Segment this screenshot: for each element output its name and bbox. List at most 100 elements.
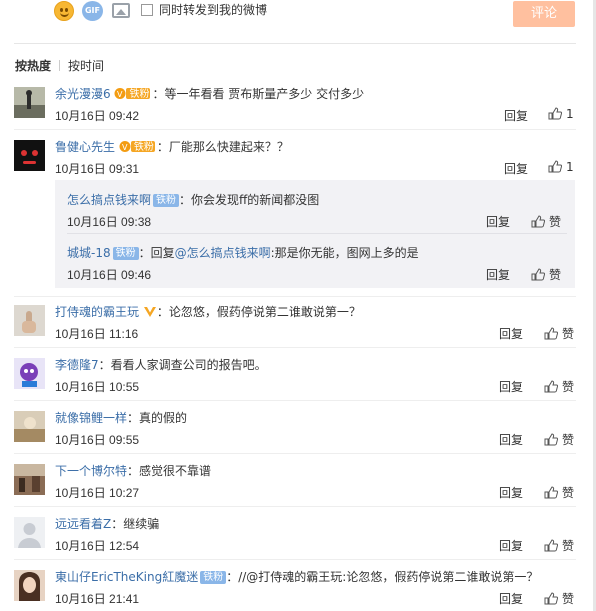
like-button[interactable]: 赞	[544, 378, 574, 395]
reply-button[interactable]: 回复	[486, 266, 510, 283]
like-count: 1	[566, 160, 574, 174]
reply-button[interactable]: 回复	[486, 213, 510, 230]
comment-time: 10月16日 11:16	[55, 327, 139, 341]
fan-badge: 铁粉	[112, 247, 139, 260]
comment-submit-button[interactable]: 评论	[513, 1, 575, 27]
comment-text: ：看看人家调查公司的报告吧。	[98, 358, 267, 372]
like-label: 赞	[562, 433, 575, 447]
comment-username[interactable]: 東山仔EricTheKing紅魔迷	[55, 570, 198, 584]
like-button[interactable]: 赞	[544, 590, 574, 607]
reply-button[interactable]: 回复	[504, 160, 528, 177]
comment-text: ：等一年看看 贾布斯量产多少 交付多少	[152, 87, 365, 101]
comment-username[interactable]: 打侍魂的霸王玩	[55, 305, 139, 319]
mention-link[interactable]: @怎么搞点钱来啊	[175, 246, 271, 260]
emoji-icon[interactable]	[54, 1, 74, 21]
sort-tabs: 按热度 按时间	[15, 57, 104, 74]
like-label: 赞	[549, 215, 562, 229]
comment-time: 10月16日 21:41	[55, 592, 140, 606]
avatar[interactable]	[14, 517, 45, 548]
comment-line: 远远看着Z：继续骗	[55, 515, 159, 532]
fan-badge: 铁粉	[153, 194, 180, 207]
like-button[interactable]: 赞	[544, 431, 574, 448]
comment-text: ：真的假的	[127, 411, 188, 425]
reply-divider	[67, 233, 567, 234]
like-button[interactable]: 赞	[544, 484, 574, 501]
thumbs-up-icon	[548, 107, 562, 120]
repost-label[interactable]: 同时转发到我的微博	[159, 1, 267, 18]
comment-line: 鲁健心先生 V 铁粉 ：厂能那么快建起来？？	[55, 138, 289, 155]
svg-text:V: V	[122, 143, 128, 152]
reply-button[interactable]: 回复	[499, 378, 523, 395]
avatar[interactable]	[14, 87, 45, 118]
comment-username[interactable]: 下一个博尔特	[55, 464, 127, 478]
like-button[interactable]: 赞	[531, 266, 561, 283]
reply-button[interactable]: 回复	[499, 537, 523, 554]
sort-by-hot-tab[interactable]: 按热度	[15, 59, 51, 73]
thumbs-up-icon	[531, 268, 545, 281]
divider	[14, 43, 576, 44]
comment-username[interactable]: 就像锦鲤一样	[55, 411, 127, 425]
row-divider	[14, 559, 576, 560]
image-icon[interactable]	[112, 3, 130, 18]
reply-button[interactable]: 回复	[499, 431, 523, 448]
comment-composer-toolbar: GIF 同时转发到我的微博 评论	[0, 0, 596, 30]
reply-thread: 怎么搞点钱来啊 铁粉 ：你会发现ff的新闻都没图 10月16日 09:38 回复 赞…	[55, 180, 575, 288]
comment-line: 東山仔EricTheKing紅魔迷 铁粉 ：//@打侍魂的霸王玩:论忽悠，假药停说第…	[55, 568, 538, 585]
avatar[interactable]	[14, 464, 45, 495]
like-button[interactable]: 赞	[544, 325, 574, 342]
like-button[interactable]: 赞	[544, 537, 574, 554]
comment-time: 10月16日 09:42	[55, 109, 140, 123]
like-label: 赞	[562, 486, 575, 500]
like-label: 赞	[562, 539, 575, 553]
row-divider	[14, 453, 576, 454]
reply-button[interactable]: 回复	[499, 325, 523, 342]
like-count: 1	[566, 107, 574, 121]
fan-badge: 铁粉	[200, 571, 227, 584]
fan-badge: 铁粉	[129, 89, 150, 100]
thumbs-up-icon	[544, 433, 558, 446]
reply-button[interactable]: 回复	[499, 590, 523, 607]
comment-text: ：论忽悠，假药停说第二谁敢说第一？	[156, 305, 361, 319]
comment-line: 余光漫漫6 V 铁粉 ：等一年看看 贾布斯量产多少 交付多少	[55, 85, 364, 102]
reply-time: 10月16日 09:38	[67, 215, 152, 229]
reply-text: ：你会发现ff的新闻都没图	[179, 193, 320, 207]
comment-line: 打侍魂的霸王玩 ：论忽悠，假药停说第二谁敢说第一？	[55, 303, 361, 320]
comment-line: 就像锦鲤一样：真的假的	[55, 409, 187, 426]
thumbs-up-icon	[544, 592, 558, 605]
avatar[interactable]	[14, 140, 45, 171]
comment-time: 10月16日 10:27	[55, 486, 140, 500]
thumbs-up-icon	[544, 486, 558, 499]
row-divider	[14, 296, 576, 297]
comment-time: 10月16日 12:54	[55, 539, 140, 553]
comment-username[interactable]: 李德隆7	[55, 358, 99, 372]
thumbs-up-icon	[548, 160, 562, 173]
avatar[interactable]	[14, 570, 45, 601]
avatar[interactable]	[14, 305, 45, 336]
reply-button[interactable]: 回复	[499, 484, 523, 501]
like-button[interactable]: 1	[548, 107, 574, 121]
reply-line: 怎么搞点钱来啊 铁粉 ：你会发现ff的新闻都没图	[67, 191, 319, 208]
reply-username[interactable]: 城城-18	[67, 246, 111, 260]
comment-text: ：厂能那么快建起来？？	[156, 140, 289, 154]
like-button[interactable]: 赞	[531, 213, 561, 230]
avatar[interactable]	[14, 411, 45, 442]
avatar[interactable]	[14, 358, 45, 389]
comment-username[interactable]: 鲁健心先生	[55, 140, 115, 154]
reply-username[interactable]: 怎么搞点钱来啊	[67, 193, 151, 207]
row-divider	[14, 506, 576, 507]
fan-badge: 铁粉	[133, 142, 154, 153]
gif-icon[interactable]: GIF	[82, 1, 103, 21]
like-button[interactable]: 1	[548, 160, 574, 174]
reply-button[interactable]: 回复	[504, 107, 528, 124]
comment-username[interactable]: 远远看着Z	[55, 517, 111, 531]
repost-checkbox[interactable]	[141, 4, 153, 16]
thumbs-up-icon	[544, 327, 558, 340]
comment-username[interactable]: 余光漫漫6	[55, 87, 111, 101]
comment-text: ：继续骗	[111, 517, 160, 531]
svg-text:V: V	[117, 90, 123, 99]
sort-by-time-tab[interactable]: 按时间	[68, 59, 104, 73]
like-label: 赞	[549, 268, 562, 282]
thumbs-up-icon	[531, 215, 545, 228]
like-label: 赞	[562, 327, 575, 341]
reply-text: ：回复	[138, 246, 175, 260]
